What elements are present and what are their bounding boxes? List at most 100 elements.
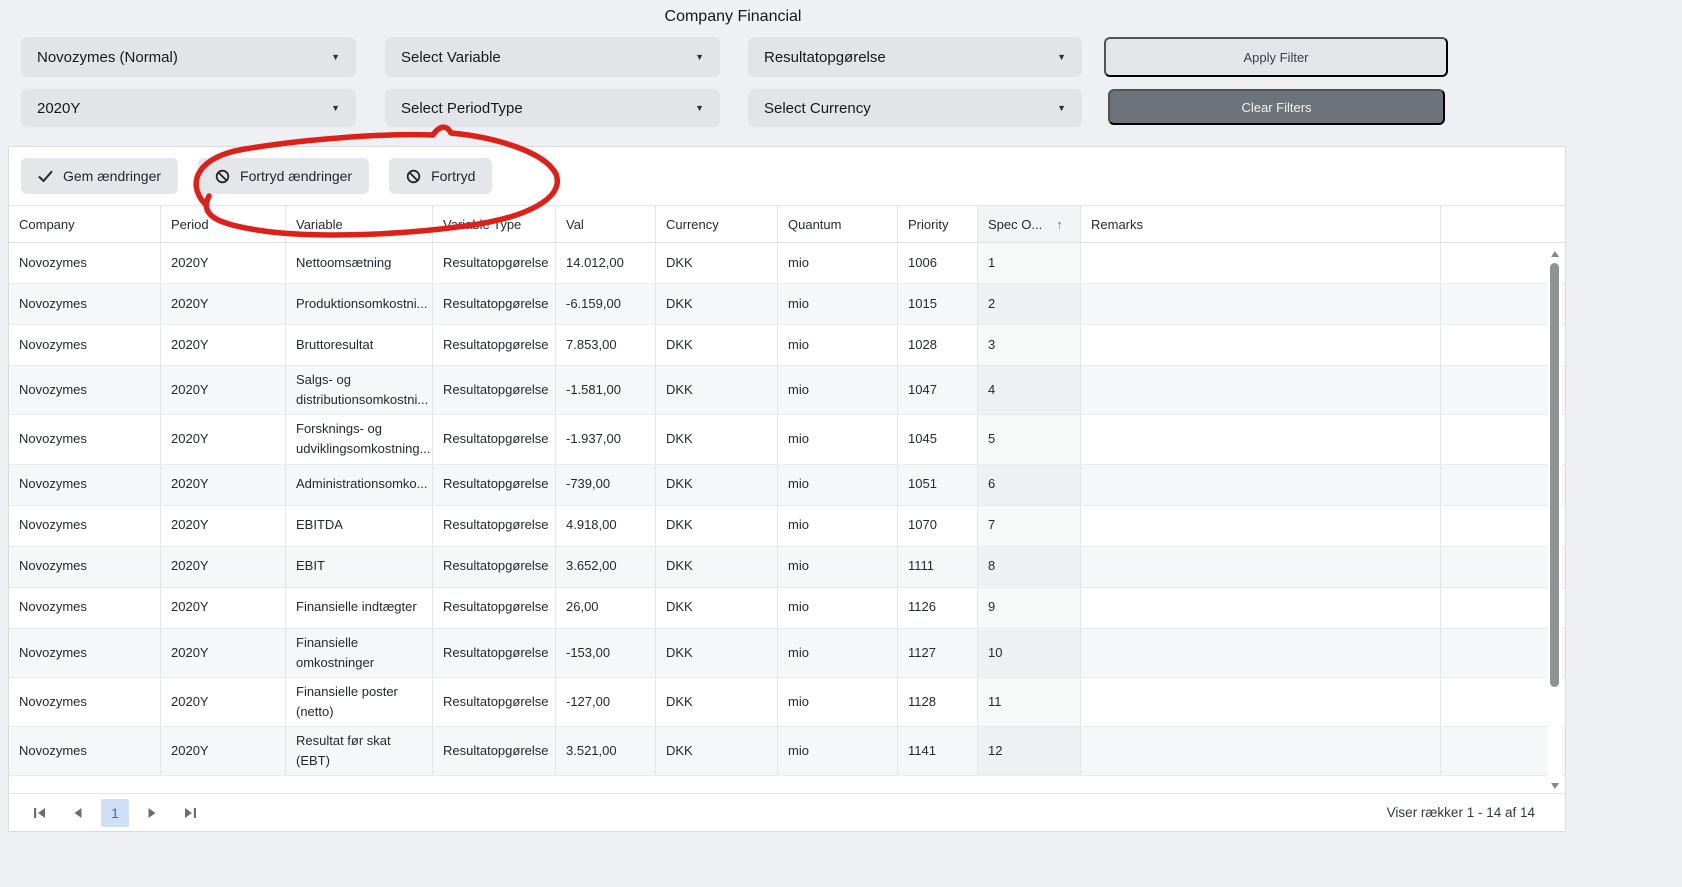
cell-remarks[interactable] (1081, 678, 1441, 726)
scroll-up-icon[interactable] (1549, 247, 1561, 259)
cell-quantum[interactable]: mio (778, 678, 898, 726)
cell-remarks[interactable] (1081, 506, 1441, 546)
apply-filter-button[interactable]: Apply Filter (1104, 37, 1448, 77)
cell-period[interactable]: 2020Y (161, 506, 286, 546)
cell-variable[interactable]: Nettoomsætning (286, 243, 433, 283)
cell-quantum[interactable]: mio (778, 727, 898, 775)
cell-company[interactable]: Novozymes (9, 678, 161, 726)
column-header-remarks[interactable]: Remarks (1081, 206, 1441, 242)
currency-dropdown[interactable]: Select Currency ▼ (748, 89, 1082, 127)
cell-variable-type[interactable]: Resultatopgørelse (433, 588, 556, 628)
cell-currency[interactable]: DKK (656, 588, 778, 628)
cell-val[interactable]: -739,00 (556, 465, 656, 505)
cell-spec[interactable]: 6 (978, 465, 1081, 505)
cell-variable[interactable]: Produktionsomkostni... (286, 284, 433, 324)
cell-variable-type[interactable]: Resultatopgørelse (433, 325, 556, 365)
cell-variable[interactable]: EBIT (286, 547, 433, 587)
cell-period[interactable]: 2020Y (161, 325, 286, 365)
cell-remarks[interactable] (1081, 243, 1441, 283)
cell-variable[interactable]: Finansielle poster (netto) (286, 678, 433, 726)
cell-company[interactable]: Novozymes (9, 629, 161, 677)
cell-quantum[interactable]: mio (778, 465, 898, 505)
column-header-spec[interactable]: Spec O... ↑ (978, 206, 1081, 242)
cell-quantum[interactable]: mio (778, 325, 898, 365)
table-row[interactable]: Novozymes2020YFinansielle poster (netto)… (9, 678, 1565, 727)
cell-quantum[interactable]: mio (778, 506, 898, 546)
cell-spec[interactable]: 4 (978, 366, 1081, 414)
column-header-currency[interactable]: Currency (656, 206, 778, 242)
cell-period[interactable]: 2020Y (161, 366, 286, 414)
cell-priority[interactable]: 1111 (898, 547, 978, 587)
table-row[interactable]: Novozymes2020YAdministrationsomko...Resu… (9, 465, 1565, 506)
cell-variable-type[interactable]: Resultatopgørelse (433, 366, 556, 414)
cell-val[interactable]: 7.853,00 (556, 325, 656, 365)
scrollbar-thumb[interactable] (1550, 263, 1559, 687)
cell-company[interactable]: Novozymes (9, 366, 161, 414)
clear-filters-button[interactable]: Clear Filters (1108, 89, 1445, 125)
column-header-period[interactable]: Period (161, 206, 286, 242)
cell-remarks[interactable] (1081, 284, 1441, 324)
cell-company[interactable]: Novozymes (9, 284, 161, 324)
cell-currency[interactable]: DKK (656, 284, 778, 324)
cell-variable[interactable]: Forsknings- og udviklingsomkostning... (286, 415, 433, 463)
cell-variable-type[interactable]: Resultatopgørelse (433, 506, 556, 546)
cell-remarks[interactable] (1081, 588, 1441, 628)
cell-company[interactable]: Novozymes (9, 415, 161, 463)
cell-variable-type[interactable]: Resultatopgørelse (433, 415, 556, 463)
cell-variable-type[interactable]: Resultatopgørelse (433, 243, 556, 283)
cell-currency[interactable]: DKK (656, 325, 778, 365)
cell-val[interactable]: 14.012,00 (556, 243, 656, 283)
cell-val[interactable]: 26,00 (556, 588, 656, 628)
variable-type-dropdown[interactable]: Resultatopgørelse ▼ (748, 37, 1082, 77)
cell-currency[interactable]: DKK (656, 727, 778, 775)
cell-period[interactable]: 2020Y (161, 678, 286, 726)
cell-priority[interactable]: 1141 (898, 727, 978, 775)
period-dropdown[interactable]: 2020Y ▼ (21, 89, 356, 127)
cell-currency[interactable]: DKK (656, 243, 778, 283)
cell-val[interactable]: 3.521,00 (556, 727, 656, 775)
column-header-priority[interactable]: Priority (898, 206, 978, 242)
column-header-val[interactable]: Val (556, 206, 656, 242)
cell-spec[interactable]: 3 (978, 325, 1081, 365)
table-row[interactable]: Novozymes2020YBruttoresultatResultatopgø… (9, 325, 1565, 366)
cell-period[interactable]: 2020Y (161, 465, 286, 505)
cell-remarks[interactable] (1081, 547, 1441, 587)
undo-changes-button[interactable]: Fortryd ændringer (198, 158, 369, 194)
cell-val[interactable]: -6.159,00 (556, 284, 656, 324)
cell-val[interactable]: 4.918,00 (556, 506, 656, 546)
table-row[interactable]: Novozymes2020YProduktionsomkostni...Resu… (9, 284, 1565, 325)
cell-company[interactable]: Novozymes (9, 325, 161, 365)
cell-period[interactable]: 2020Y (161, 629, 286, 677)
cell-variable-type[interactable]: Resultatopgørelse (433, 727, 556, 775)
cell-remarks[interactable] (1081, 325, 1441, 365)
cell-company[interactable]: Novozymes (9, 465, 161, 505)
cell-quantum[interactable]: mio (778, 415, 898, 463)
cell-company[interactable]: Novozymes (9, 727, 161, 775)
cell-variable[interactable]: Administrationsomko... (286, 465, 433, 505)
table-row[interactable]: Novozymes2020YFinansielle omkostningerRe… (9, 629, 1565, 678)
cell-variable[interactable]: EBITDA (286, 506, 433, 546)
cell-variable-type[interactable]: Resultatopgørelse (433, 284, 556, 324)
cell-variable[interactable]: Finansielle indtægter (286, 588, 433, 628)
cell-val[interactable]: -127,00 (556, 678, 656, 726)
column-header-company[interactable]: Company (9, 206, 161, 242)
cell-spec[interactable]: 10 (978, 629, 1081, 677)
cell-variable[interactable]: Bruttoresultat (286, 325, 433, 365)
cell-priority[interactable]: 1028 (898, 325, 978, 365)
cell-val[interactable]: -153,00 (556, 629, 656, 677)
cell-spec[interactable]: 7 (978, 506, 1081, 546)
cell-quantum[interactable]: mio (778, 243, 898, 283)
cell-remarks[interactable] (1081, 415, 1441, 463)
cell-period[interactable]: 2020Y (161, 547, 286, 587)
cell-priority[interactable]: 1051 (898, 465, 978, 505)
cell-quantum[interactable]: mio (778, 547, 898, 587)
last-page-button[interactable] (175, 800, 205, 826)
cell-period[interactable]: 2020Y (161, 588, 286, 628)
save-changes-button[interactable]: Gem ændringer (21, 158, 178, 194)
cell-company[interactable]: Novozymes (9, 243, 161, 283)
table-row[interactable]: Novozymes2020YResultat før skat (EBT)Res… (9, 727, 1565, 776)
column-header-variable-type[interactable]: Variable Type (433, 206, 556, 242)
cell-variable[interactable]: Salgs- og distributionsomkostni... (286, 366, 433, 414)
cell-variable-type[interactable]: Resultatopgørelse (433, 465, 556, 505)
cell-spec[interactable]: 11 (978, 678, 1081, 726)
